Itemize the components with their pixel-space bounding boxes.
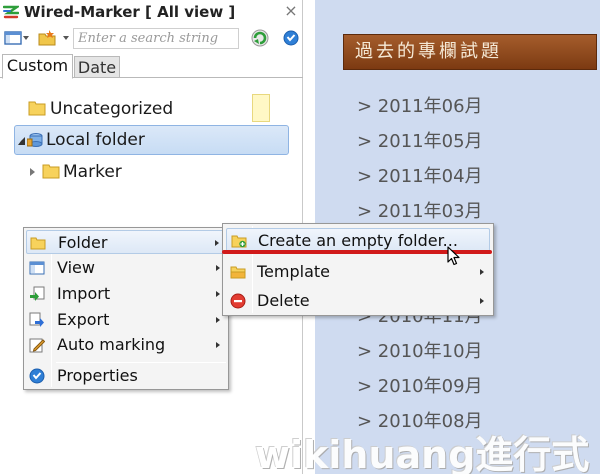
archive-link[interactable]: > 2010年10月 xyxy=(357,337,483,363)
app-title: Wired-Marker [ All view ] xyxy=(24,3,236,21)
expand-arrow-icon[interactable] xyxy=(30,168,35,176)
mouse-cursor-icon xyxy=(447,246,460,266)
context-menu: Folder View Import Export Auto marking P… xyxy=(23,227,229,390)
archive-link[interactable]: > 2011年03月 xyxy=(357,197,483,223)
menu-item-label: Properties xyxy=(57,366,138,385)
menu-item-label: View xyxy=(57,258,95,277)
export-icon xyxy=(29,312,44,327)
submenu-arrow-icon xyxy=(216,265,220,271)
view-icon xyxy=(29,261,45,275)
tree-item-label: Local folder xyxy=(46,130,145,150)
archive-link[interactable]: > 2011年05月 xyxy=(357,127,483,153)
refresh-icon[interactable] xyxy=(250,28,270,48)
menu-item-export[interactable]: Export xyxy=(26,308,226,332)
import-icon xyxy=(30,286,45,301)
folder-menu-dropdown-caret[interactable] xyxy=(63,36,69,40)
tree-item-label: Uncategorized xyxy=(50,99,174,119)
note-indicator xyxy=(252,94,270,122)
tree-item-local-folder[interactable]: Local folder xyxy=(14,125,289,155)
view-mode-icon[interactable] xyxy=(4,29,22,47)
view-tabs: Custom Date xyxy=(0,52,303,79)
folder-icon xyxy=(42,164,60,179)
close-sidebar-button[interactable]: × xyxy=(283,2,299,20)
menu-item-properties[interactable]: Properties xyxy=(26,364,226,388)
menu-item-import[interactable]: Import xyxy=(26,282,226,306)
sidebar-toolbar xyxy=(0,26,303,52)
watermark: wikihuang進行式 xyxy=(255,433,590,474)
menu-item-label: Import xyxy=(57,284,111,303)
tree-item-uncategorized[interactable]: Uncategorized xyxy=(28,95,278,123)
submenu-arrow-icon xyxy=(216,342,220,348)
search-input[interactable] xyxy=(73,28,239,49)
wired-marker-logo-icon xyxy=(3,5,19,19)
menu-item-view[interactable]: View xyxy=(26,256,226,280)
local-drive-icon xyxy=(27,133,43,147)
folder-menu-icon[interactable] xyxy=(38,29,56,47)
template-folder-icon xyxy=(230,266,246,279)
tree-item-label: Marker xyxy=(63,162,122,182)
menu-item-label: Template xyxy=(257,262,331,281)
menu-item-delete[interactable]: Delete xyxy=(226,289,490,313)
submenu-arrow-icon xyxy=(216,291,220,297)
submenu-arrow-icon xyxy=(480,298,484,304)
archive-link[interactable]: > 2011年04月 xyxy=(357,162,483,188)
pencil-icon xyxy=(29,338,45,353)
submenu-arrow-icon xyxy=(480,269,484,275)
submenu-arrow-icon xyxy=(216,317,220,323)
tree-item-marker[interactable]: Marker xyxy=(30,158,230,186)
archive-link[interactable]: > 2010年09月 xyxy=(357,372,483,398)
delete-icon xyxy=(230,293,246,309)
menu-item-folder[interactable]: Folder xyxy=(26,230,226,254)
submenu-arrow-icon xyxy=(215,240,219,246)
tab-date[interactable]: Date xyxy=(74,56,120,78)
archive-link[interactable]: > 2011年06月 xyxy=(357,92,483,118)
info-icon[interactable] xyxy=(283,30,299,46)
menu-item-label: Export xyxy=(57,310,110,329)
view-mode-dropdown-caret[interactable] xyxy=(23,36,29,40)
new-folder-icon xyxy=(231,235,247,248)
tab-custom[interactable]: Custom xyxy=(2,54,73,79)
menu-item-label: Auto marking xyxy=(57,335,166,354)
folder-icon xyxy=(28,101,46,116)
folder-submenu: Create an empty folder... Template Delet… xyxy=(222,223,494,316)
sidebar-title-bar: Wired-Marker [ All view ] × xyxy=(0,0,303,26)
menu-separator xyxy=(56,362,226,363)
folder-icon xyxy=(30,237,46,250)
info-icon xyxy=(29,368,45,384)
collapse-arrow-icon[interactable] xyxy=(18,137,25,145)
menu-item-label: Folder xyxy=(58,233,108,252)
archive-heading: 過去的專欄試題 xyxy=(343,34,597,70)
menu-item-label: Delete xyxy=(257,291,310,310)
menu-item-auto-marking[interactable]: Auto marking xyxy=(26,333,226,357)
